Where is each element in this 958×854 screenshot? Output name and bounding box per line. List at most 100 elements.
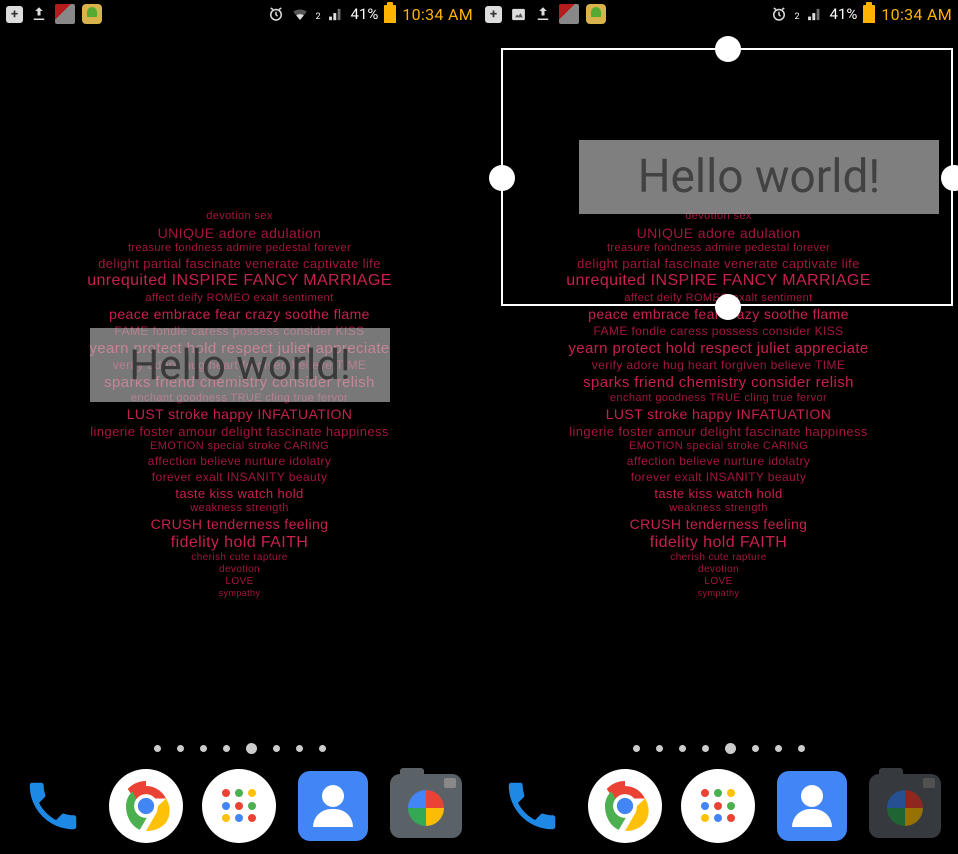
page-indicator[interactable] xyxy=(0,745,479,756)
clock-time: 10:34 AM xyxy=(402,5,473,24)
heart-word-line: LUST stroke happy INFATUATION xyxy=(127,406,353,422)
resize-handle-left[interactable] xyxy=(489,165,515,191)
heart-word-line: enchant goodness TRUE cling true fervor xyxy=(610,392,827,404)
heart-word-line: peace embrace fear crazy soothe flame xyxy=(109,306,370,322)
heart-word-line: sympathy xyxy=(219,588,261,598)
page-dot[interactable] xyxy=(246,743,257,754)
heart-word-line: CRUSH tenderness feeling xyxy=(630,516,808,532)
heart-word-line: cherish cute rapture xyxy=(191,552,287,563)
alarm-icon xyxy=(267,5,285,23)
heart-word-line: cherish cute rapture xyxy=(670,552,766,563)
heart-word-line: forever exalt INSANITY beauty xyxy=(631,470,806,484)
heart-word-line: unrequited INSPIRE FANCY MARRIAGE xyxy=(87,272,392,290)
camera-app-icon[interactable] xyxy=(868,769,942,843)
page-dot[interactable] xyxy=(223,745,230,752)
contacts-app-icon[interactable] xyxy=(296,769,370,843)
page-dot[interactable] xyxy=(177,745,184,752)
heart-word-line: sympathy xyxy=(698,588,740,598)
status-left: + xyxy=(6,4,102,24)
page-dot[interactable] xyxy=(154,745,161,752)
app-drawer-icon[interactable] xyxy=(681,769,755,843)
heart-word-line: devotion xyxy=(698,564,739,575)
app-thumb-icon xyxy=(82,4,102,24)
page-dot[interactable] xyxy=(200,745,207,752)
status-bar: + 2 41% 10:34 AM xyxy=(479,0,958,28)
phone-app-icon[interactable] xyxy=(495,769,569,843)
page-dot[interactable] xyxy=(656,745,663,752)
heart-word-line: fidelity hold FAITH xyxy=(171,534,308,552)
page-indicator[interactable] xyxy=(479,745,958,756)
heart-word-line: devotion xyxy=(219,564,260,575)
status-right: 2 41% 10:34 AM xyxy=(770,5,952,24)
battery-percent: 41% xyxy=(351,5,379,23)
page-dot[interactable] xyxy=(752,745,759,752)
heart-word-line: verify adore hug heart forgiven believe … xyxy=(592,358,846,372)
heart-word-line: taste kiss watch hold xyxy=(175,486,303,501)
heart-word-line: delight partial fascinate venerate capti… xyxy=(98,256,381,271)
heart-word-line: affection believe nurture idolatry xyxy=(627,454,810,468)
app-thumb-icon xyxy=(586,4,606,24)
heart-word-line: affection believe nurture idolatry xyxy=(148,454,331,468)
app-drawer-icon[interactable] xyxy=(202,769,276,843)
heart-word-line: devotion sex xyxy=(206,210,273,222)
sim-label: 2 xyxy=(794,12,799,22)
heart-word-line: taste kiss watch hold xyxy=(654,486,782,501)
page-dot[interactable] xyxy=(775,745,782,752)
contacts-app-icon[interactable] xyxy=(775,769,849,843)
page-dot[interactable] xyxy=(633,745,640,752)
heart-word-line: FAME fondle caress possess consider KISS xyxy=(593,324,843,338)
heart-word-line: EMOTION special stroke CARING xyxy=(150,440,329,452)
phone-screen-left: + 2 41% 10:34 AM xyxy=(0,0,479,854)
heart-word-line: forever exalt INSANITY beauty xyxy=(152,470,327,484)
status-left: + xyxy=(485,4,606,24)
page-dot[interactable] xyxy=(798,745,805,752)
dock xyxy=(479,762,958,850)
page-dot[interactable] xyxy=(319,745,326,752)
page-dot[interactable] xyxy=(273,745,280,752)
page-dot[interactable] xyxy=(702,745,709,752)
app-thumb-icon xyxy=(559,4,579,24)
hello-world-widget[interactable]: Hello world! xyxy=(579,140,939,214)
upload-icon xyxy=(534,5,552,23)
heart-word-line: lingerie foster amour delight fascinate … xyxy=(90,424,389,439)
resize-handle-top[interactable] xyxy=(715,36,741,62)
heart-word-line: yearn protect hold respect juliet apprec… xyxy=(568,340,868,357)
chrome-app-icon[interactable] xyxy=(109,769,183,843)
heart-word-line: lingerie foster amour delight fascinate … xyxy=(569,424,868,439)
heart-word-line: weakness strength xyxy=(190,502,289,514)
status-right: 2 41% 10:34 AM xyxy=(267,5,473,24)
page-dot[interactable] xyxy=(725,743,736,754)
sim-label: 2 xyxy=(315,12,320,22)
heart-word-line: affect deify ROMEO exalt sentiment xyxy=(145,292,333,304)
battery-icon xyxy=(863,5,875,23)
phone-app-icon[interactable] xyxy=(16,769,90,843)
battery-percent: 41% xyxy=(830,5,858,23)
heart-word-line: sparks friend chemistry consider relish xyxy=(583,374,854,391)
heart-word-line: CRUSH tenderness feeling xyxy=(151,516,329,532)
signal-icon xyxy=(806,5,824,23)
heart-word-line: LOVE xyxy=(704,576,732,587)
app-thumb-icon xyxy=(55,4,75,24)
alarm-icon xyxy=(770,5,788,23)
wifi-icon xyxy=(291,5,309,23)
camera-app-icon[interactable] xyxy=(389,769,463,843)
heart-word-line: LUST stroke happy INFATUATION xyxy=(606,406,832,422)
signal-icon xyxy=(327,5,345,23)
heart-word-line: EMOTION special stroke CARING xyxy=(629,440,808,452)
battery-icon xyxy=(384,5,396,23)
upload-icon xyxy=(30,5,48,23)
resize-handle-bottom[interactable] xyxy=(715,294,741,320)
heart-word-line: fidelity hold FAITH xyxy=(650,534,787,552)
image-icon xyxy=(509,5,527,23)
page-dot[interactable] xyxy=(679,745,686,752)
plus-icon: + xyxy=(485,6,502,23)
hello-world-widget[interactable]: Hello world! xyxy=(90,328,390,402)
chrome-app-icon[interactable] xyxy=(588,769,662,843)
heart-word-line: UNIQUE adore adulation xyxy=(158,225,322,241)
heart-word-line: weakness strength xyxy=(669,502,768,514)
dock xyxy=(0,762,479,850)
heart-word-line: LOVE xyxy=(225,576,253,587)
page-dot[interactable] xyxy=(296,745,303,752)
plus-icon: + xyxy=(6,6,23,23)
status-bar: + 2 41% 10:34 AM xyxy=(0,0,479,28)
